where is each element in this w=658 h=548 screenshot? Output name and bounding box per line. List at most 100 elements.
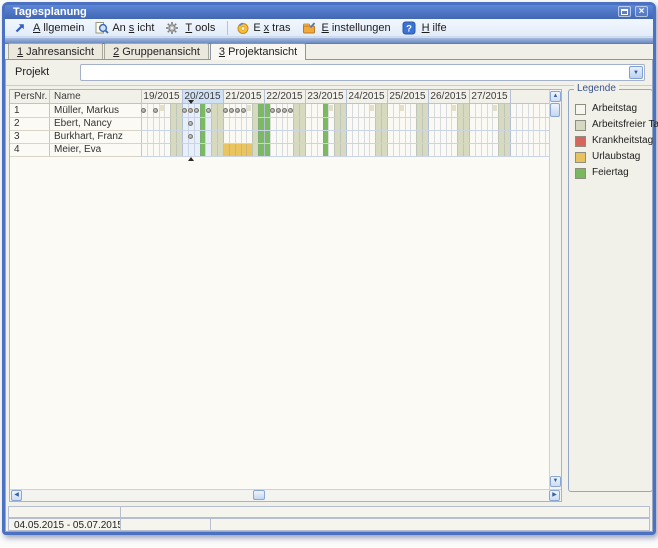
vertical-scroll-thumb[interactable]: [550, 103, 560, 117]
halfday-marker: [452, 105, 456, 111]
halfday-marker: [400, 105, 404, 111]
legend-swatch: [575, 120, 586, 131]
menu-item-hilfe[interactable]: ? Hilfe: [402, 21, 447, 35]
menu-item-label: A: [33, 22, 40, 34]
titlebar-buttons: ×: [618, 6, 648, 17]
menu-item-einstellungen[interactable]: Einstellungen: [302, 21, 391, 35]
menu-item-label: llgemein: [43, 22, 84, 34]
halfday-marker: [329, 105, 333, 111]
table-row[interactable]: 3Burkhart, Franz: [10, 130, 141, 143]
table-row[interactable]: 2Ebert, Nancy: [10, 117, 141, 130]
legend-label: Arbeitsfreier Tag: [592, 119, 658, 130]
scroll-up-button[interactable]: ▲: [550, 91, 561, 102]
gear-icon: [165, 21, 179, 35]
horizontal-scroll-thumb[interactable]: [253, 490, 265, 500]
week-header: 21/2015: [223, 90, 264, 103]
vacation-cells[interactable]: [223, 144, 252, 156]
tab-label: Jahresansicht: [23, 46, 94, 58]
restore-icon: [621, 9, 628, 15]
column-header-name: Name: [54, 90, 134, 103]
vertical-scrollbar[interactable]: [549, 90, 561, 489]
status-cell: [8, 506, 121, 518]
scroll-right-button[interactable]: ▶: [549, 490, 560, 501]
current-day-marker-bottom: [188, 157, 194, 161]
row-name: Meier, Eva: [54, 143, 101, 156]
legend-item: Krankheitstag: [569, 134, 652, 150]
title-bar[interactable]: Tagesplanung ×: [5, 5, 653, 19]
tab-label: Gruppenansicht: [119, 46, 200, 58]
legend-label: Urlaubstag: [592, 151, 640, 162]
close-icon: ×: [639, 7, 645, 16]
appointment-dot[interactable]: [288, 108, 293, 113]
halfday-marker: [370, 105, 374, 111]
legend-label: Feiertag: [592, 167, 629, 178]
menu-item-label: ilfe: [433, 22, 447, 34]
row-persnr: 4: [14, 143, 20, 156]
date-range-text: 04.05.2015 - 05.07.2015: [14, 520, 123, 531]
week-header: 27/2015: [469, 90, 510, 103]
week-header: 22/2015: [264, 90, 305, 103]
legend-box: Legende ArbeitstagArbeitsfreier TagKrank…: [568, 89, 653, 492]
legend-swatch: [575, 136, 586, 147]
table-row[interactable]: 4 Meier, Eva: [10, 143, 141, 156]
project-combobox[interactable]: ▼: [80, 64, 645, 81]
week-header: 23/2015: [305, 90, 346, 103]
status-cell: [120, 506, 650, 518]
tab-page: Projekt ▼ PersNr.Name19/201520/201521/20…: [5, 60, 653, 532]
current-day-marker-top: [188, 100, 194, 104]
window-title: Tagesplanung: [13, 6, 87, 18]
legend-swatch: [575, 168, 586, 179]
chevron-down-icon: ▼: [633, 70, 639, 76]
menu-item-ansicht[interactable]: Ansicht: [95, 21, 154, 35]
settings-icon: [302, 21, 316, 35]
menu-item-label: s: [129, 22, 135, 34]
appointment-dot[interactable]: [206, 108, 211, 113]
menu-item-label: H: [422, 22, 430, 34]
legend-items: Arbeitstag Arbeitsfreier TagKrankheitstag…: [569, 102, 652, 182]
project-dropdown-button[interactable]: ▼: [629, 66, 643, 79]
restore-button[interactable]: [618, 6, 631, 17]
menu-separator: [227, 21, 228, 35]
menu-item-label: E: [322, 22, 329, 34]
scroll-left-button[interactable]: ◀: [11, 490, 22, 501]
legend-label: Arbeitstag: [592, 103, 637, 114]
horizontal-scrollbar[interactable]: [10, 489, 561, 501]
column-header-persnr: PersNr.: [14, 90, 48, 103]
halfday-marker: [159, 105, 163, 111]
week-header: 24/2015: [346, 90, 387, 103]
tab-projektansicht[interactable]: 3 Projektansicht: [210, 43, 306, 60]
legend-caption: Legende: [574, 83, 619, 94]
menu-item-extras[interactable]: Extras: [236, 21, 290, 35]
legend-item: Arbeitstag: [569, 102, 652, 118]
arrow-up-right-icon: [13, 21, 27, 35]
menu-item-label: x: [264, 22, 270, 34]
project-row: Projekt ▼: [6, 60, 652, 86]
close-button[interactable]: ×: [635, 6, 648, 17]
legend-swatch: [575, 104, 586, 115]
menu-item-tools[interactable]: Tools: [165, 21, 215, 35]
magnifier-icon: [95, 21, 109, 35]
legend-label: Krankheitstag: [592, 135, 653, 146]
row-persnr: 1: [14, 104, 20, 117]
menu-item-label: E: [253, 22, 260, 34]
tab-gruppenansicht[interactable]: 2 Gruppenansicht: [104, 43, 209, 59]
legend-swatch: [575, 152, 586, 163]
menu-item-allgemein[interactable]: Allgemein: [13, 21, 84, 35]
menu-item-label: tras: [272, 22, 290, 34]
status-cell: [210, 518, 650, 531]
tab-label: Projektansicht: [225, 46, 297, 58]
appointment-dot[interactable]: [241, 108, 246, 113]
legend-item: Feiertag: [569, 166, 652, 182]
status-bar-bottom: 04.05.2015 - 05.07.2015: [8, 518, 650, 531]
menu-item-label: instellungen: [332, 22, 391, 34]
halfday-marker: [247, 105, 251, 111]
svg-text:?: ?: [406, 23, 412, 34]
scroll-down-button[interactable]: ▼: [550, 476, 561, 487]
tab-jahresansicht[interactable]: 1 Jahresansicht: [8, 43, 103, 59]
status-cell: [120, 518, 211, 531]
appointment-dot[interactable]: [282, 108, 287, 113]
legend-item: Arbeitsfreier Tag: [569, 118, 652, 134]
week-header: 19/2015: [141, 90, 182, 103]
menu-item-label: An: [112, 22, 125, 34]
table-row[interactable]: 1Müller, Markus: [10, 104, 141, 117]
